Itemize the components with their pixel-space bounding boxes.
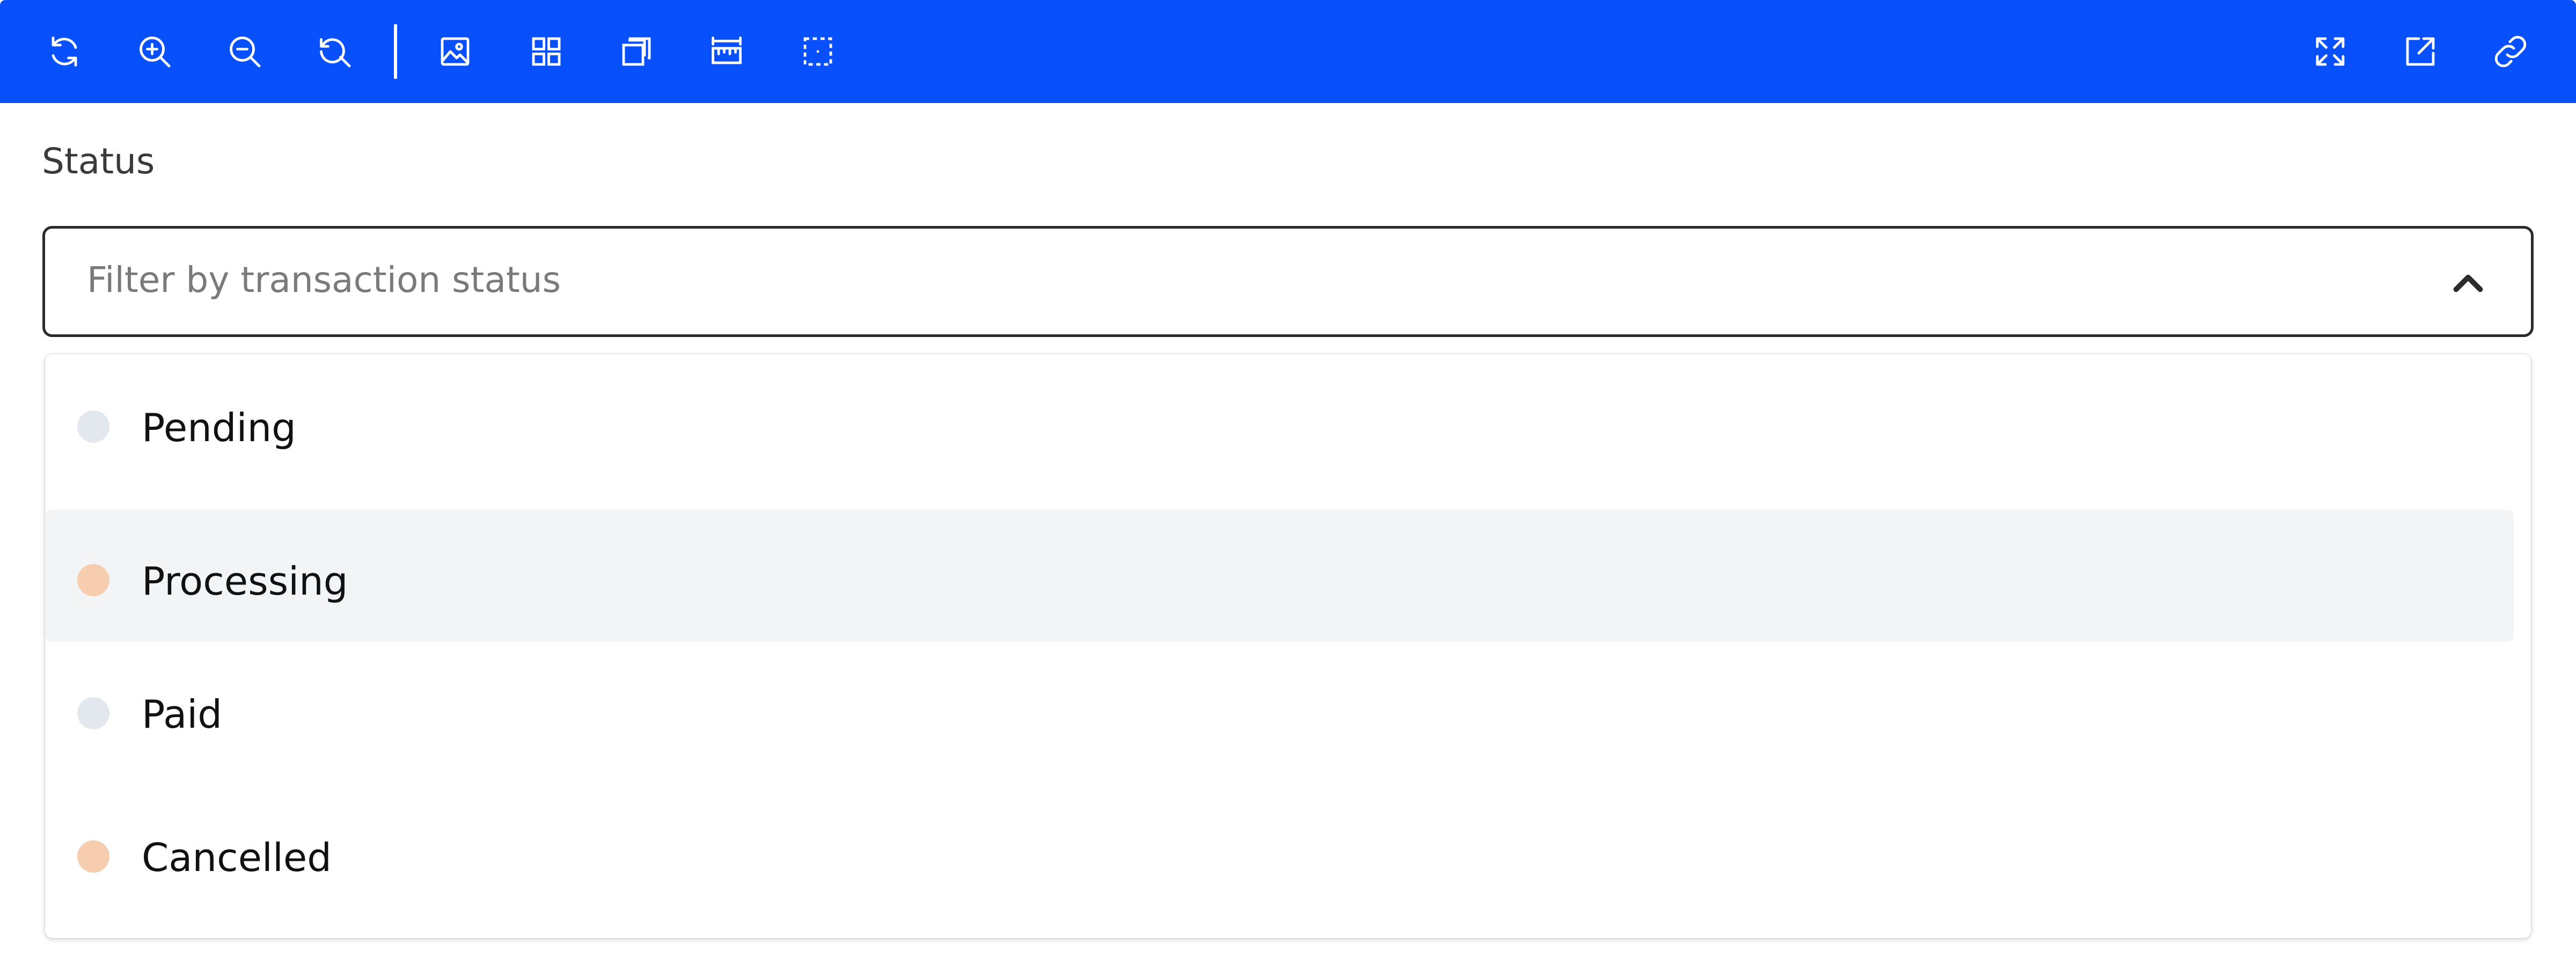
reset-zoom-icon[interactable] — [312, 29, 357, 74]
toolbar-separator — [394, 24, 397, 79]
status-select[interactable]: Filter by transaction status — [42, 226, 2534, 337]
refresh-icon[interactable] — [42, 29, 87, 74]
option-processing[interactable]: Processing — [45, 510, 2514, 642]
status-select-placeholder: Filter by transaction status — [87, 259, 561, 301]
option-cancelled[interactable]: Cancelled — [45, 786, 2514, 918]
select-area-icon[interactable] — [795, 29, 840, 74]
status-label: Status — [42, 141, 155, 182]
viewer-toolbar — [0, 0, 2576, 103]
option-label: Cancelled — [142, 835, 332, 880]
zoom-in-icon[interactable] — [132, 29, 177, 74]
image-icon[interactable] — [433, 29, 478, 74]
option-pending[interactable]: Pending — [45, 356, 2514, 488]
ruler-icon[interactable] — [704, 29, 749, 74]
grid-icon[interactable] — [524, 29, 569, 74]
copy-link-icon[interactable] — [2488, 29, 2533, 74]
status-dot — [77, 564, 109, 596]
option-label: Pending — [142, 405, 296, 450]
status-dot — [77, 840, 109, 873]
layers-icon[interactable] — [614, 29, 659, 74]
chevron-up-icon[interactable] — [2444, 259, 2492, 308]
fullscreen-icon[interactable] — [2308, 29, 2353, 74]
zoom-out-icon[interactable] — [222, 29, 267, 74]
option-label: Paid — [142, 692, 223, 737]
status-dot — [77, 697, 109, 729]
open-external-icon[interactable] — [2398, 29, 2443, 74]
option-label: Processing — [142, 559, 348, 604]
status-options-list: Pending Processing Paid Cancelled — [45, 354, 2531, 938]
status-dot — [77, 411, 109, 443]
option-paid[interactable]: Paid — [45, 643, 2514, 775]
